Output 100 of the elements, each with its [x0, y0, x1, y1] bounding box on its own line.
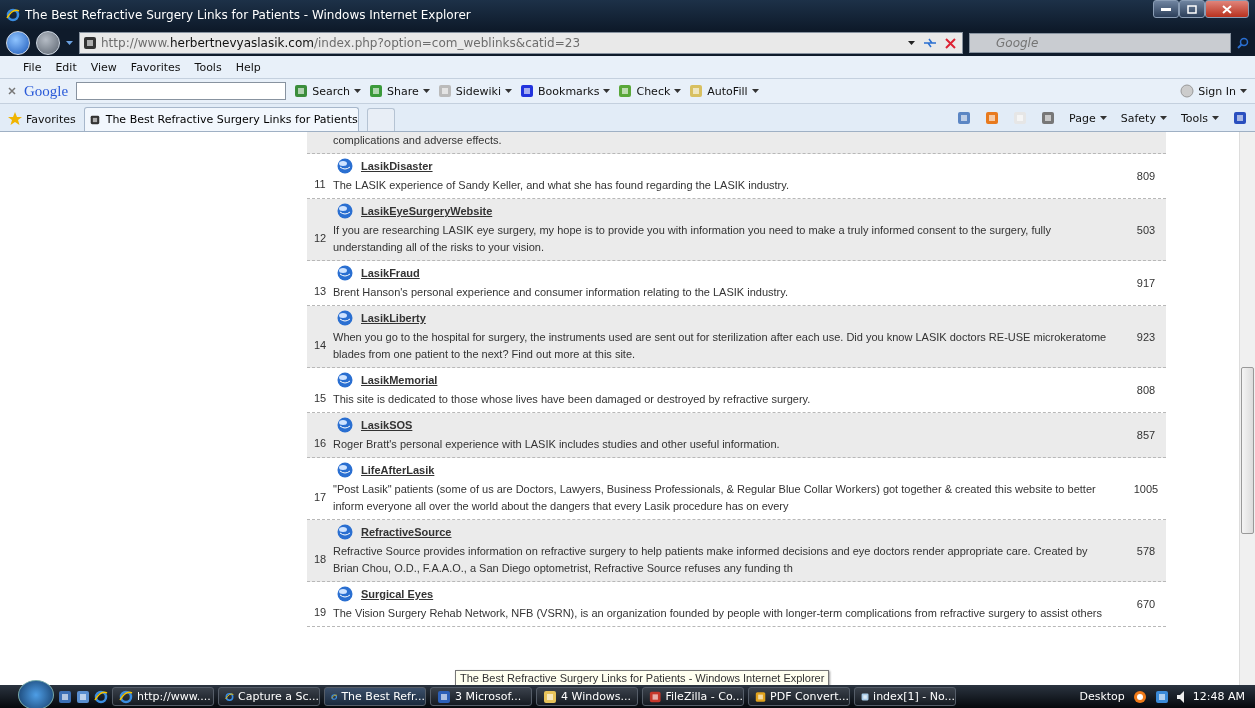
desktop-toolbar[interactable]: Desktop: [1079, 690, 1125, 703]
row-number: 13: [312, 285, 328, 297]
link-description: Roger Bratt's personal experience with LASIK includes studies and other useful information.: [333, 437, 781, 452]
caret-icon: [1240, 89, 1247, 93]
caret-icon: [505, 89, 512, 93]
globe-icon: [337, 462, 353, 478]
link-title[interactable]: RefractiveSource: [361, 526, 452, 538]
link-title[interactable]: LasikEyeSurgeryWebsite: [361, 205, 493, 217]
refresh-icon[interactable]: [923, 37, 937, 49]
globe-icon: [337, 524, 353, 540]
minimize-icon: [1161, 7, 1171, 11]
menu-item[interactable]: Edit: [50, 60, 82, 74]
scrollbar[interactable]: [1239, 132, 1255, 685]
toolbar-button[interactable]: Bookmarks: [520, 84, 611, 98]
taskbar-button[interactable]: 4 Windows...: [536, 687, 638, 706]
menu-item[interactable]: File: [18, 60, 47, 74]
address-field[interactable]: http://www.herbertnevyaslasik.com/index.php?option=com_weblinks&catid=23: [79, 32, 963, 54]
link-description: If you are researching LASIK eye surgery, my hope is to provide you with information you need to make a truly informed consent to the surgery, fully understanding all of the risks to your vision.: [333, 223, 1052, 255]
command-button[interactable]: Safety: [1120, 111, 1167, 125]
hit-count: 503: [1135, 223, 1157, 236]
row-number: 16: [312, 437, 328, 449]
caret-icon: [422, 89, 430, 93]
taskbar-button[interactable]: 3 Microsof...: [430, 687, 532, 706]
hit-count: 923: [1135, 330, 1157, 343]
browser-tab[interactable]: The Best Refractive Surgery Links for Patients: [83, 107, 359, 131]
link-description: The Vision Surgery Rehab Network, NFB (VSRN), is an organization founded by people with longer-term complications from refractive surgery to assist others: [333, 606, 1103, 621]
row-number: 19: [312, 606, 328, 618]
start-button[interactable]: [18, 679, 54, 708]
link-title[interactable]: LasikFraud: [361, 267, 420, 279]
close-button[interactable]: [1205, 0, 1249, 18]
hit-count: 808: [1135, 384, 1157, 396]
caret-icon: [908, 41, 915, 45]
globe-icon: [337, 586, 353, 602]
window-title: The Best Refractive Surgery Links for Patients - Windows Internet Explorer: [25, 8, 472, 22]
link-description: "Post Lasik" patients (some of us are Doctors, Lawyers, Business Professionals, & Regular Blue Collar Workers) got together & created this website to better inform everyone all over the world about the dangers that every Lasik procedure has on every: [333, 482, 1097, 514]
toolbar-button[interactable]: Share: [368, 84, 430, 98]
maximize-icon: [1187, 4, 1197, 14]
link-description: When you go to the hospital for surgery, the instruments used are sent out for sterilization after each use. Did you know LASIK doctors RE-USE microkeratome blades from one patient to the next? Find out more at this site.: [333, 330, 1108, 362]
back-button[interactable]: [6, 31, 30, 55]
toolbar-button[interactable]: AutoFill: [689, 84, 759, 98]
taskbar-button[interactable]: The Best Refr...: [324, 687, 426, 706]
menu-item[interactable]: View: [85, 60, 122, 74]
favorites-button[interactable]: Favorites: [8, 107, 76, 131]
hit-count: 857: [1135, 429, 1157, 441]
close-icon[interactable]: [8, 87, 16, 95]
caret-icon: [1099, 116, 1107, 120]
command-button[interactable]: Page: [1069, 111, 1107, 125]
maximize-button[interactable]: [1179, 0, 1205, 18]
link-description: Brent Hanson's personal experience and consumer information relating to the LASIK industry.: [333, 285, 789, 300]
link-title[interactable]: LasikMemorial: [361, 374, 438, 386]
caret-icon: [66, 41, 73, 45]
toolbar-button[interactable]: Check: [618, 84, 682, 98]
stop-icon[interactable]: [945, 37, 956, 49]
taskbar-button[interactable]: PDF Convert...: [748, 687, 850, 706]
scroll-thumb[interactable]: [1241, 367, 1254, 534]
link-title[interactable]: LasikSOS: [361, 419, 413, 431]
globe-icon: [337, 158, 353, 174]
command-button[interactable]: Tools: [1180, 111, 1219, 125]
toolbar-search-field[interactable]: [76, 82, 287, 100]
search-field[interactable]: Google: [969, 33, 1231, 53]
browser-icon: [94, 689, 108, 704]
menu-item[interactable]: Favorites: [125, 60, 186, 74]
link-description: Refractive Source provides information on refractive surgery to help patients make informed decisions and eye doctors render appropriate care. Created by Brian Chou, O.D., F.A.A.O., a San Diego optometrist, Refractive Source refuses any funding th: [333, 544, 1089, 576]
row-number: 18: [312, 552, 328, 565]
toolbar-button[interactable]: Search: [294, 84, 361, 98]
link-description: The LASIK experience of Sandy Keller, and what she has found regarding the LASIK industry.: [333, 178, 790, 193]
taskbar-button[interactable]: http://www....: [112, 687, 214, 706]
sign-in-button[interactable]: Sign In: [1180, 84, 1247, 98]
menu-item[interactable]: Help: [230, 60, 266, 74]
caret-icon: [603, 89, 611, 93]
row-number: 15: [312, 392, 328, 404]
browser-icon: [119, 689, 133, 704]
taskbar-button[interactable]: FileZilla - Co...: [642, 687, 744, 706]
link-title[interactable]: LasikDisaster: [361, 160, 433, 172]
ring-icon: [1132, 689, 1147, 704]
forward-button[interactable]: [36, 31, 60, 55]
row-number: 14: [312, 338, 328, 351]
google-logo: Google: [24, 82, 69, 100]
clock: 12:48 AM: [1192, 690, 1245, 703]
link-title[interactable]: LasikLiberty: [361, 312, 426, 324]
taskbar-button[interactable]: index[1] - No...: [854, 687, 956, 706]
speaker-icon[interactable]: [1176, 690, 1185, 703]
hit-count: 809: [1135, 170, 1157, 182]
close-icon: [1222, 4, 1232, 14]
minimize-button[interactable]: [1153, 0, 1179, 18]
link-title[interactable]: Surgical Eyes: [361, 588, 434, 600]
caret-icon: [1212, 116, 1219, 120]
hit-count: 1005: [1132, 482, 1160, 495]
menu-item[interactable]: Tools: [189, 60, 227, 74]
link-title[interactable]: LifeAfterLasik: [361, 464, 435, 476]
caret-icon: [674, 89, 682, 93]
globe-icon: [337, 310, 353, 326]
globe-icon: [337, 417, 353, 433]
browser-icon: [6, 8, 20, 22]
row-number: 11: [313, 178, 327, 190]
link-description: complications and adverse effects.: [333, 133, 503, 148]
circle-icon: [1180, 84, 1195, 98]
caret-icon: [1159, 116, 1167, 120]
taskbar-button[interactable]: Capture a Sc...: [218, 687, 320, 706]
toolbar-button[interactable]: Sidewiki: [437, 84, 512, 98]
